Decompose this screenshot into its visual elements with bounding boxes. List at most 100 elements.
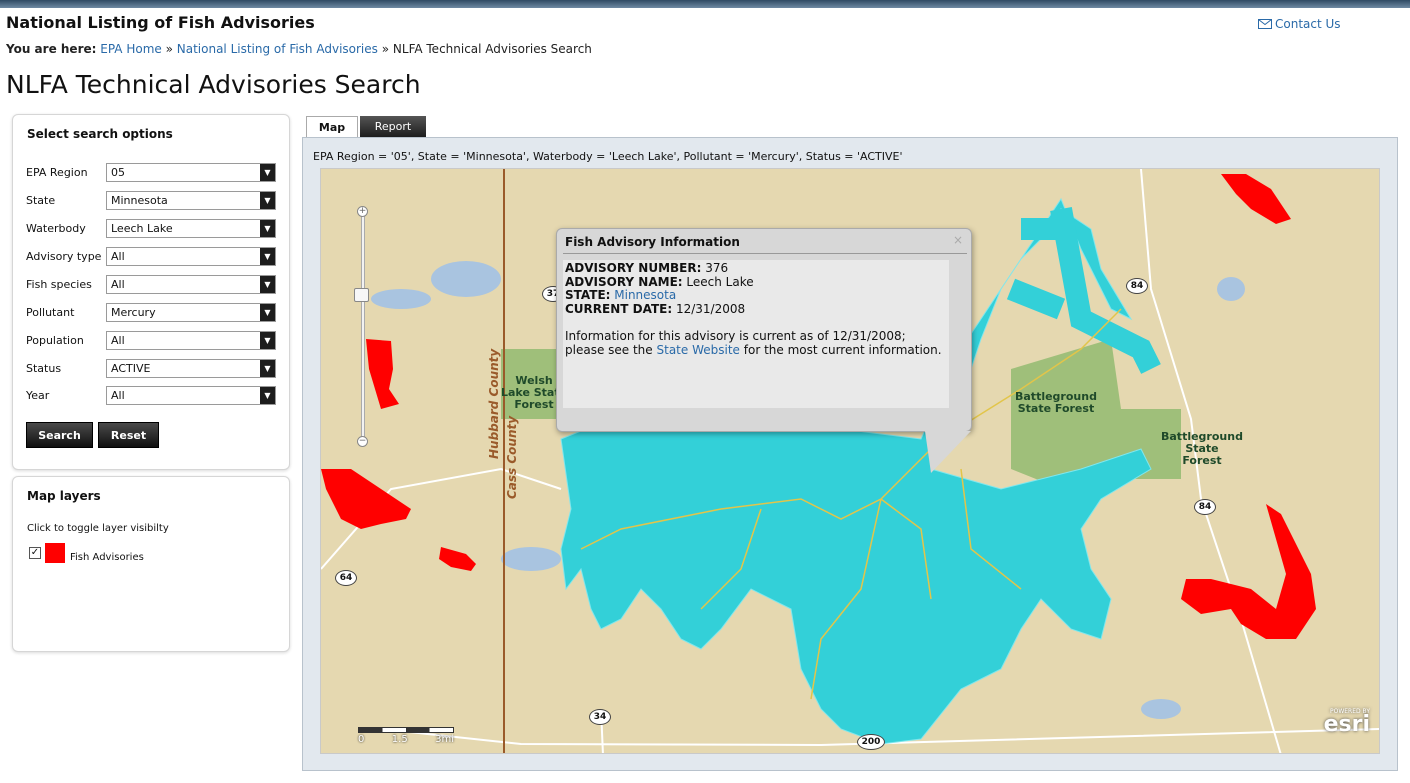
search-field-year: Year All ▼ [26, 385, 276, 405]
field-select[interactable]: Leech Lake ▼ [106, 218, 276, 238]
site-title: National Listing of Fish Advisories [6, 13, 315, 32]
field-label: Advisory type [26, 249, 102, 263]
field-select[interactable]: All ▼ [106, 246, 276, 266]
page-title: NLFA Technical Advisories Search [6, 70, 421, 99]
layer-toggle-hint: Click to toggle layer visibilty [27, 523, 169, 534]
field-select[interactable]: All ▼ [106, 385, 276, 405]
advisory-name: Leech Lake [686, 274, 754, 289]
select-value: All [111, 333, 125, 347]
tab-map[interactable]: Map [306, 116, 358, 138]
select-value: All [111, 277, 125, 291]
esri-logo: POWERED BY esri [1323, 708, 1370, 737]
contact-us-label: Contact Us [1275, 17, 1341, 31]
breadcrumb: You are here: EPA Home » National Listin… [6, 42, 592, 56]
chevron-down-icon[interactable]: ▼ [260, 303, 275, 321]
search-button[interactable]: Search [26, 422, 93, 448]
state-link[interactable]: Minnesota [614, 288, 676, 302]
field-label: Pollutant [26, 305, 75, 319]
breadcrumb-separator: » [381, 42, 390, 56]
map-layers-heading: Map layers [27, 489, 101, 503]
popup-pointer [925, 431, 971, 473]
chevron-down-icon[interactable]: ▼ [260, 331, 275, 349]
field-select[interactable]: ACTIVE ▼ [106, 358, 276, 378]
search-options-heading: Select search options [27, 127, 173, 141]
popup-title: Fish Advisory Information [565, 235, 740, 249]
zoom-slider[interactable] [361, 208, 365, 444]
chevron-down-icon[interactable]: ▼ [260, 247, 275, 265]
popup-body: ADVISORY NUMBER: 376 ADVISORY NAME: Leec… [563, 260, 949, 408]
chevron-down-icon[interactable]: ▼ [260, 163, 275, 181]
breadcrumb-nlfa[interactable]: National Listing of Fish Advisories [177, 42, 378, 56]
advisory-info-popup: Fish Advisory Information × ADVISORY NUM… [556, 228, 972, 473]
layer-fish-advisories[interactable]: ✓ Fish Advisories [29, 543, 144, 563]
road-shield: 34 [589, 709, 611, 725]
field-label: EPA Region [26, 165, 88, 179]
zoom-handle[interactable] [354, 288, 369, 302]
search-field-population: Population All ▼ [26, 330, 276, 350]
current-date: 12/31/2008 [675, 301, 746, 316]
zoom-out-icon[interactable]: − [357, 436, 368, 447]
select-value: Leech Lake [111, 221, 173, 235]
chevron-down-icon[interactable]: ▼ [260, 191, 275, 209]
field-label: Status [26, 361, 62, 375]
road-shield: 64 [335, 570, 357, 586]
select-value: All [111, 388, 125, 402]
breadcrumb-separator: » [165, 42, 173, 56]
search-field-state: State Minnesota ▼ [26, 190, 276, 210]
zoom-in-icon[interactable]: + [357, 206, 368, 217]
search-field-pollutant: Pollutant Mercury ▼ [26, 302, 276, 322]
field-select[interactable]: Mercury ▼ [106, 302, 276, 322]
search-field-fish-species: Fish species All ▼ [26, 274, 276, 294]
road-shield: 200 [857, 734, 885, 750]
field-select[interactable]: 05 ▼ [106, 162, 276, 182]
lake [1141, 699, 1181, 719]
advisory-number: 376 [705, 261, 729, 275]
select-value: ACTIVE [111, 361, 151, 375]
map-layers-panel: Map layers Click to toggle layer visibil… [12, 476, 290, 652]
breadcrumb-current: NLFA Technical Advisories Search [392, 42, 592, 56]
scale-bar: 0 1.5 3mi [358, 727, 454, 745]
reset-button[interactable]: Reset [98, 422, 159, 448]
field-label: Year [26, 388, 50, 402]
contact-us-link[interactable]: Contact Us [1258, 17, 1341, 31]
chevron-down-icon[interactable]: ▼ [260, 219, 275, 237]
road-shield: 84 [1194, 499, 1216, 515]
chevron-down-icon[interactable]: ▼ [260, 359, 275, 377]
field-select[interactable]: All ▼ [106, 330, 276, 350]
search-field-status: Status ACTIVE ▼ [26, 358, 276, 378]
query-summary: EPA Region = '05', State = 'Minnesota', … [313, 150, 903, 163]
tab-report[interactable]: Report [360, 116, 426, 138]
breadcrumb-epa-home[interactable]: EPA Home [100, 42, 162, 56]
field-select[interactable]: Minnesota ▼ [106, 190, 276, 210]
select-value: 05 [111, 165, 125, 179]
field-label: Population [26, 333, 84, 347]
chevron-down-icon[interactable]: ▼ [260, 386, 275, 404]
select-value: All [111, 249, 125, 263]
layer-checkbox[interactable]: ✓ [29, 547, 41, 559]
state-website-link[interactable]: State Website [657, 343, 740, 357]
breadcrumb-label: You are here: [6, 42, 97, 56]
field-label: Fish species [26, 277, 92, 291]
forest-label-battleground-2: Battleground State Forest [1161, 430, 1243, 467]
select-value: Minnesota [111, 193, 168, 207]
field-label: State [26, 193, 56, 207]
forest-label-battleground: Battleground State Forest [1015, 390, 1097, 415]
county-label-hubbard: Hubbard County [487, 348, 501, 459]
top-banner [0, 0, 1410, 8]
chevron-down-icon[interactable]: ▼ [260, 275, 275, 293]
layer-swatch [45, 543, 65, 563]
county-label-cass: Cass County [505, 415, 519, 499]
search-field-advisory-type: Advisory type All ▼ [26, 246, 276, 266]
search-field-epa-region: EPA Region 05 ▼ [26, 162, 276, 182]
road-shield: 84 [1126, 278, 1148, 294]
lake [501, 547, 561, 571]
field-label: Waterbody [26, 221, 86, 235]
lake [1217, 277, 1245, 301]
lake [431, 261, 501, 297]
layer-name: Fish Advisories [70, 552, 144, 563]
field-select[interactable]: All ▼ [106, 274, 276, 294]
lake [371, 289, 431, 309]
select-value: Mercury [111, 305, 156, 319]
close-icon[interactable]: × [953, 233, 963, 247]
search-field-waterbody: Waterbody Leech Lake ▼ [26, 218, 276, 238]
